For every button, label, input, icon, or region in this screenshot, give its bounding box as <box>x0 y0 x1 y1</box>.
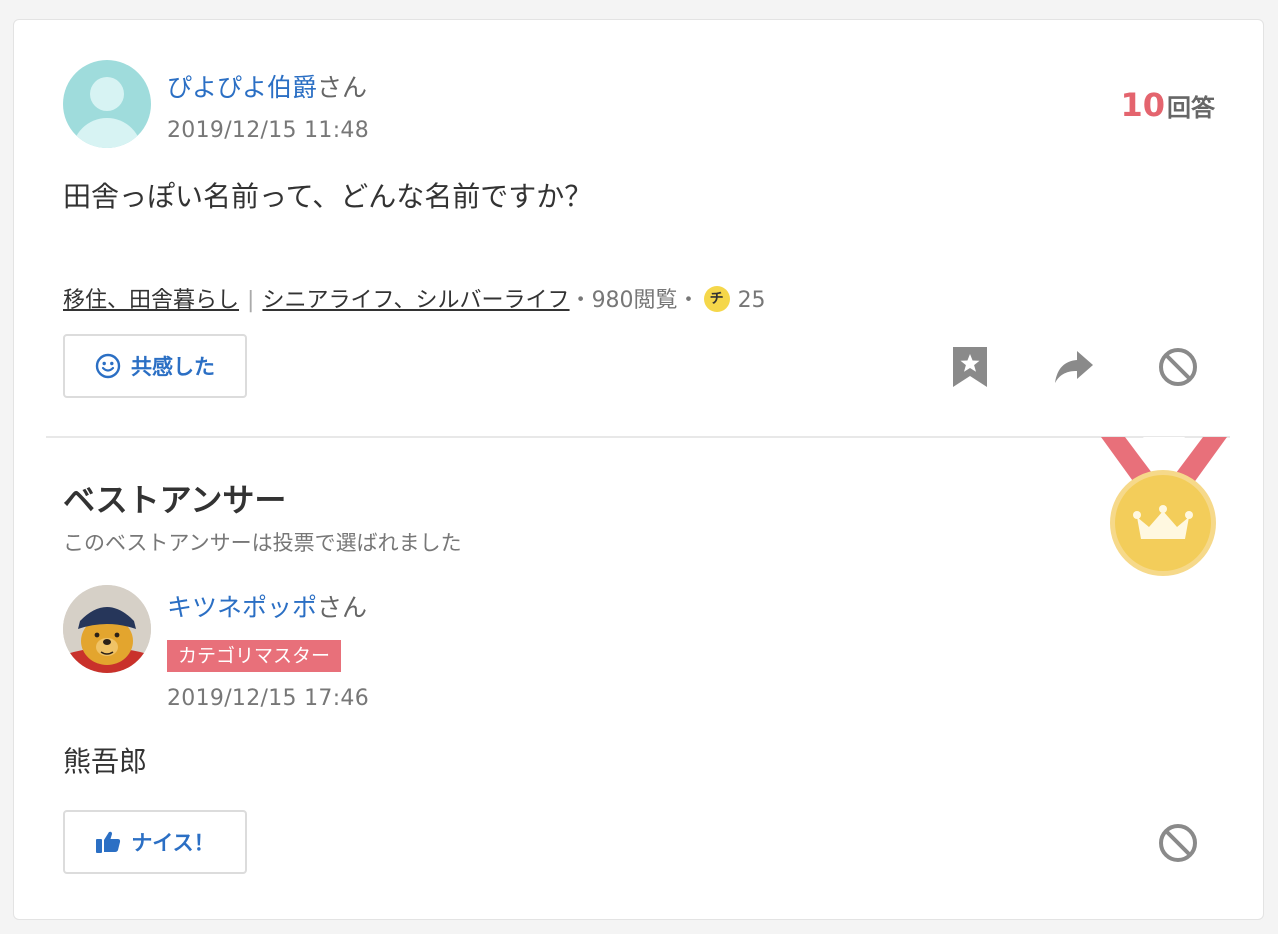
category-link-2[interactable]: シニアライフ、シルバーライフ <box>262 288 569 313</box>
share-button[interactable] <box>1052 345 1096 389</box>
bookmark-button[interactable] <box>948 345 992 389</box>
answer-count-number: 10 <box>1120 86 1165 124</box>
nice-button[interactable]: ナイス！ <box>63 810 247 874</box>
answerer-name-line: キツネポッポさん <box>167 588 367 624</box>
coin-icon: チ <box>703 286 730 312</box>
category-master-badge: カテゴリマスター <box>167 640 342 672</box>
bookmark-icon <box>953 347 987 387</box>
smile-icon <box>95 353 121 379</box>
coin-count: 25 <box>737 288 766 313</box>
category-separator: | <box>247 288 255 313</box>
answerer-honorific: さん <box>317 593 368 622</box>
questioner-name-line: ぴよぴよ伯爵さん <box>167 68 367 104</box>
report-button[interactable] <box>1156 345 1200 389</box>
answerer-name[interactable]: キツネポッポ <box>167 593 317 622</box>
answer-count[interactable]: 10回答 <box>1120 86 1215 124</box>
block-icon <box>1159 348 1197 386</box>
block-icon <box>1159 824 1197 862</box>
answer-count-label: 回答 <box>1167 94 1215 122</box>
thumbs-up-icon <box>96 831 121 853</box>
share-icon <box>1055 351 1093 383</box>
category-link-1[interactable]: 移住、田舎暮らし <box>63 288 239 313</box>
section-divider <box>46 436 1230 438</box>
question-meta: 移住、田舎暮らし | シニアライフ、シルバーライフ・980閲覧・チ 25 <box>63 282 766 314</box>
questioner-name[interactable]: ぴよぴよ伯爵 <box>167 73 317 102</box>
empathy-label: 共感した <box>131 355 215 379</box>
empathy-button[interactable]: 共感した <box>63 334 247 398</box>
best-answer-title: ベストアンサー <box>63 481 287 519</box>
question-text: 田舎っぽい名前って、どんな名前ですか？ <box>63 180 593 213</box>
answer-text: 熊吾郎 <box>63 745 148 778</box>
qa-card: ぴよぴよ伯爵さん 2019/12/15 11:48 10回答 田舎っぽい名前って… <box>13 19 1264 920</box>
answerer-avatar[interactable] <box>63 585 151 673</box>
answer-date: 2019/12/15 17:46 <box>167 686 369 711</box>
answer-report-button[interactable] <box>1156 821 1200 865</box>
best-answer-subtitle: このベストアンサーは投票で選ばれました <box>63 531 462 555</box>
view-count: ・980閲覧・ <box>569 288 700 313</box>
nice-label: ナイス！ <box>131 831 215 855</box>
questioner-avatar[interactable] <box>63 60 151 148</box>
medal-icon <box>1101 437 1227 576</box>
questioner-honorific: さん <box>317 73 368 102</box>
question-date: 2019/12/15 11:48 <box>167 118 369 143</box>
